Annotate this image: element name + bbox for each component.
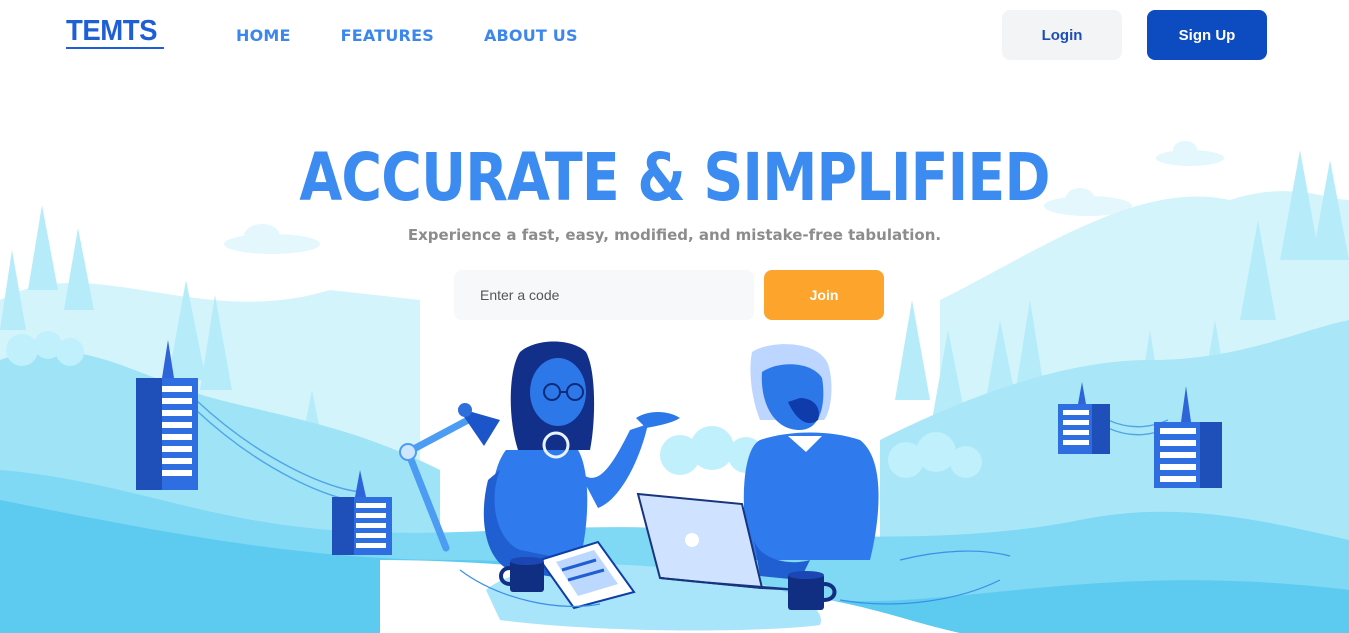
main-nav: HOME FEATURES ABOUT US xyxy=(236,26,578,45)
nav-link-about-us[interactable]: ABOUT US xyxy=(484,26,578,45)
man-figure xyxy=(743,344,879,580)
logo-underline xyxy=(66,47,164,49)
login-button[interactable]: Login xyxy=(1002,10,1122,60)
logo-text: TEMTS xyxy=(66,15,157,47)
nav-link-home[interactable]: HOME xyxy=(236,26,291,45)
landing-page: TEMTS HOME FEATURES ABOUT US Login Sign … xyxy=(0,0,1349,633)
join-button[interactable]: Join xyxy=(764,270,884,320)
brand-logo[interactable]: TEMTS xyxy=(66,16,166,52)
nav-link-features[interactable]: FEATURES xyxy=(341,26,434,45)
code-input[interactable] xyxy=(454,270,754,320)
hero-title: ACCURATE & SIMPLIFIED xyxy=(299,139,1050,216)
sign-up-button[interactable]: Sign Up xyxy=(1147,10,1267,60)
hero-subtitle: Experience a fast, easy, modified, and m… xyxy=(407,226,942,244)
